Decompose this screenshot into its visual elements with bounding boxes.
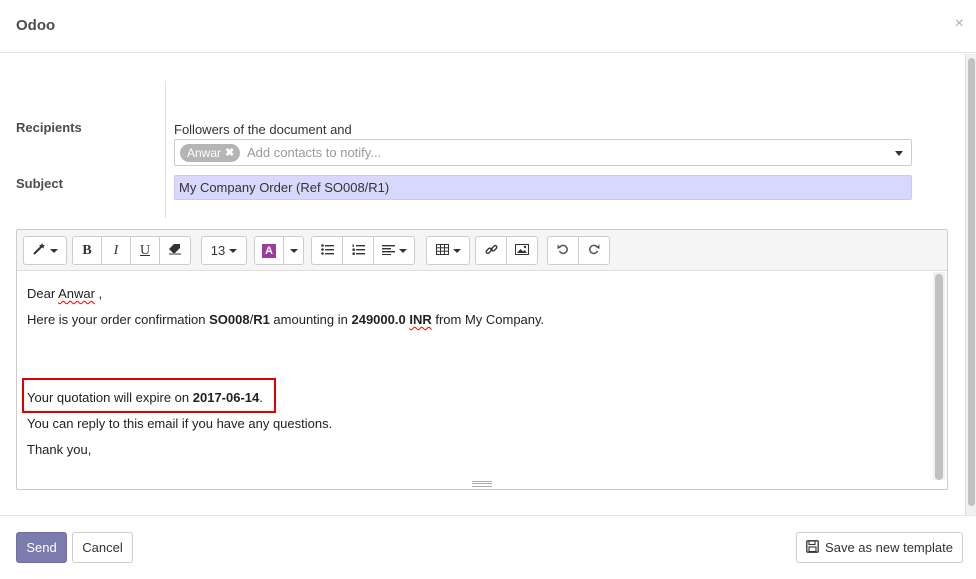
caret-icon — [398, 248, 407, 253]
editor-toolbar: B I U 13 A — [17, 230, 947, 271]
dialog-footer: Send Cancel Save as new template — [0, 515, 976, 579]
caret-icon — [289, 248, 298, 253]
caret-icon — [229, 248, 238, 253]
recipients-field[interactable]: Anwar ✖ — [174, 139, 912, 166]
caret-icon — [452, 248, 461, 253]
font-size-button[interactable]: 13 — [201, 236, 247, 265]
font-size-group: 13 — [201, 236, 247, 265]
eraser-icon — [168, 243, 182, 258]
link-icon — [485, 243, 498, 259]
color-group: A — [254, 236, 304, 265]
bullet-list-button[interactable] — [311, 236, 343, 265]
company-text: from My Company. — [431, 312, 545, 327]
recipients-label: Recipients — [16, 120, 82, 135]
greeting-text: Dear — [27, 286, 59, 301]
subject-label: Subject — [16, 176, 63, 191]
greeting-line: Dear Anwar , — [27, 281, 923, 307]
redo-button[interactable] — [578, 236, 610, 265]
order-currency: INR — [409, 312, 432, 327]
font-size-value: 13 — [210, 243, 226, 258]
dialog-header: Odoo × — [0, 0, 976, 53]
align-left-icon — [381, 243, 395, 258]
table-group — [426, 236, 470, 265]
bullet-list-icon — [320, 243, 334, 258]
followers-text: Followers of the document and — [174, 122, 352, 137]
save-icon — [806, 539, 819, 556]
close-icon[interactable]: × — [955, 14, 964, 34]
thanks-line: Thank you, — [27, 442, 92, 457]
table-icon — [435, 243, 449, 258]
order-amount: 249000.0 — [351, 312, 410, 327]
magic-wand-icon — [32, 242, 46, 259]
order-rev: R1 — [253, 312, 270, 327]
form-separator — [165, 81, 166, 218]
style-button[interactable] — [23, 236, 67, 265]
format-group: B I U — [72, 236, 191, 265]
align-button[interactable] — [373, 236, 415, 265]
recipients-input[interactable] — [247, 143, 867, 162]
bold-button[interactable]: B — [72, 236, 102, 265]
font-color-button[interactable]: A — [254, 236, 284, 265]
save-template-button[interactable]: Save as new template — [796, 532, 963, 563]
insert-group — [475, 236, 538, 265]
editor-scrollbar-thumb[interactable] — [935, 274, 943, 480]
greeting-punct: , — [94, 286, 103, 301]
save-template-label: Save as new template — [825, 540, 953, 555]
dialog-title: Odoo — [16, 17, 56, 34]
greeting-name: Anwar — [58, 286, 95, 301]
redo-icon — [588, 243, 600, 258]
underline-button[interactable]: U — [130, 236, 160, 265]
editor-scrollbar[interactable] — [933, 272, 945, 480]
reply-line: You can reply to this email if you have … — [27, 416, 333, 431]
remove-tag-icon[interactable]: ✖ — [225, 144, 234, 162]
recipient-tag-label: Anwar — [187, 146, 222, 160]
style-group — [23, 236, 67, 265]
italic-button[interactable]: I — [101, 236, 131, 265]
dialog-scrollbar[interactable] — [965, 54, 976, 515]
undo-button[interactable] — [547, 236, 579, 265]
font-color-icon: A — [262, 243, 276, 258]
recipient-tag[interactable]: Anwar ✖ — [180, 144, 241, 162]
paragraph-group — [311, 236, 415, 265]
link-button[interactable] — [475, 236, 507, 265]
font-color-dropdown[interactable] — [283, 236, 304, 265]
history-group — [547, 236, 610, 265]
dialog-scrollbar-thumb[interactable] — [968, 58, 975, 506]
send-button[interactable]: Send — [16, 532, 67, 563]
subject-input[interactable] — [174, 175, 912, 200]
image-icon — [515, 243, 529, 258]
order-ref: SO008 — [209, 312, 250, 327]
numbered-list-icon — [352, 243, 365, 258]
image-button[interactable] — [506, 236, 538, 265]
chevron-down-icon[interactable] — [895, 151, 903, 156]
numbered-list-button[interactable] — [342, 236, 374, 265]
table-button[interactable] — [426, 236, 470, 265]
undo-icon — [557, 243, 569, 258]
email-body-content[interactable]: Dear Anwar , Here is your order confirma… — [17, 271, 933, 481]
caret-icon — [50, 248, 58, 253]
resize-handle[interactable] — [472, 481, 492, 487]
amount-text: amounting in — [269, 312, 352, 327]
confirmation-text: Here is your order confirmation — [27, 312, 210, 327]
cancel-button[interactable]: Cancel — [72, 532, 133, 563]
confirmation-line: Here is your order confirmation SO008/R1… — [27, 307, 923, 333]
highlight-annotation — [22, 378, 276, 413]
email-body-editor[interactable]: B I U 13 A Dear Anwar , Here is your ord… — [16, 229, 948, 490]
eraser-button[interactable] — [159, 236, 191, 265]
